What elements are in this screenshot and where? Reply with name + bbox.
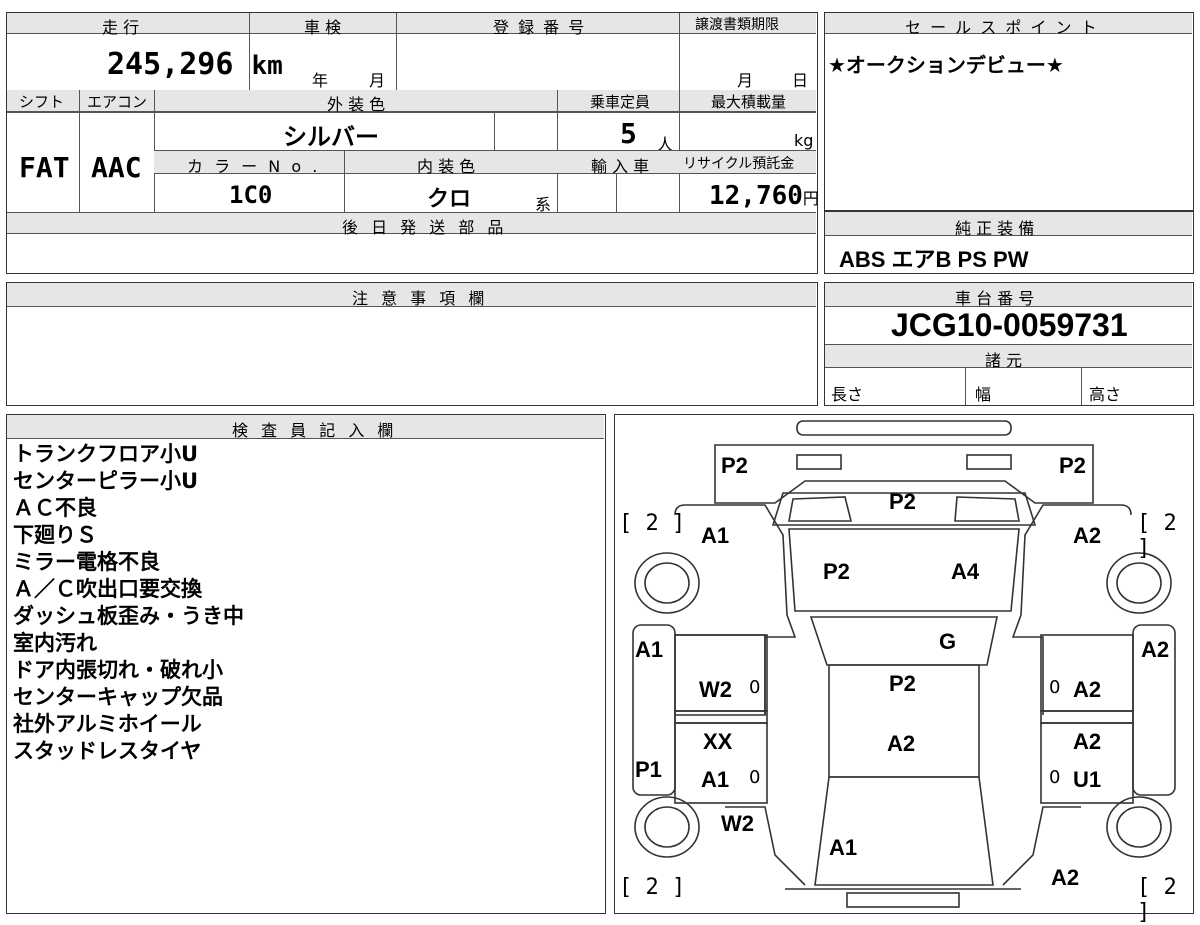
mileage-label: 走 行 xyxy=(102,18,140,37)
inspector-label: 検 査 員 記 入 欄 xyxy=(232,421,398,440)
import-label: 輸 入 車 xyxy=(591,157,650,176)
mark-tire-bracket-tl: [ 2 ] xyxy=(619,511,686,536)
mark-center-upper: P2 xyxy=(889,671,916,696)
note-item: 室内汚れ xyxy=(13,631,97,655)
car-diagram-box: P2 P2 P2 [ 2 ] [ 2 ] [ 2 ] [ 2 ] A1 A2 P… xyxy=(614,414,1194,925)
mark-front-door-r-zero: 0 xyxy=(1049,767,1061,788)
mark-front-fender-l: W2 xyxy=(721,811,754,836)
note-item: スタッドレスタイヤ xyxy=(13,739,202,763)
mark-side-l-lower: P1 xyxy=(635,757,662,782)
ext-color-value: シルバー xyxy=(283,123,379,151)
mark-rear-glass: P2 xyxy=(889,489,916,514)
ac-value: AAC xyxy=(91,151,142,184)
transfer-month-unit: 月 xyxy=(737,71,754,90)
note-item: センターキャップ欠品 xyxy=(13,685,223,709)
mark-windshield: G xyxy=(939,629,957,654)
transfer-label: 譲渡書類期限 xyxy=(695,17,779,33)
maxload-unit: kg xyxy=(794,131,814,150)
maxload-label: 最大積載量 xyxy=(711,93,787,111)
note-item: 下廻りＳ xyxy=(13,523,97,547)
caution-box: 注 意 事 項 欄 xyxy=(6,282,818,406)
mark-rear-fender-l: A1 xyxy=(701,523,730,548)
note-item: ＡＣ不良 xyxy=(13,496,97,520)
sales-point-box: セ ー ル ス ポ イ ン ト ★オークションデビュー★ xyxy=(824,12,1194,211)
equipment-text: ABS エアB PS PW xyxy=(839,247,1029,272)
mark-roof-left: P2 xyxy=(823,559,850,584)
mark-rear-fender-r: A2 xyxy=(1073,523,1102,548)
chassis-box: 車 台 番 号 JCG10-0059731 諸 元 長さ 幅 高さ xyxy=(824,282,1194,406)
sales-point-label: セ ー ル ス ポ イ ン ト xyxy=(905,18,1099,37)
shift-label: シフト xyxy=(19,93,65,111)
mark-front-door-r: U1 xyxy=(1073,767,1102,792)
equipment-box: 純 正 装 備 ABS エアB PS PW xyxy=(824,211,1194,274)
shaken-month-unit: 月 xyxy=(369,71,386,90)
inspector-notes: トランクフロア小U センターピラー小U ＡＣ不良 下廻りＳ ミラー電格不良 Ａ／… xyxy=(13,441,244,765)
mark-front-door-r-top: A2 xyxy=(1073,729,1102,754)
mark-tire-bracket-tr: [ 2 ] xyxy=(1137,511,1177,561)
mark-rear-left: P2 xyxy=(721,453,748,478)
shaken-year-unit: 年 xyxy=(312,71,329,90)
note-item: ダッシュ板歪み・うき中 xyxy=(13,604,244,628)
transfer-day-unit: 日 xyxy=(792,71,809,90)
int-color-label: 内 装 色 xyxy=(417,157,476,176)
chassis-value: JCG10-0059731 xyxy=(891,307,1128,343)
mark-front-door-l-top: XX xyxy=(703,729,733,754)
note-item: 社外アルミホイール xyxy=(13,712,202,736)
capacity-label: 乗車定員 xyxy=(590,93,651,111)
mark-tire-bracket-br: [ 2 ] xyxy=(1137,875,1177,925)
equipment-label: 純 正 装 備 xyxy=(955,219,1035,238)
color-no-label: カ ラ ー N o . xyxy=(187,157,321,176)
mark-side-l-upper: A1 xyxy=(635,637,664,662)
shaken-label: 車 検 xyxy=(304,18,342,37)
int-color-value: クロ xyxy=(427,187,472,212)
mark-front-door-l: A1 xyxy=(701,767,730,792)
length-label: 長さ xyxy=(831,385,864,404)
mark-hood: A1 xyxy=(829,835,858,860)
recycle-label: リサイクル預託金 xyxy=(683,156,795,172)
mark-center-lower: A2 xyxy=(887,731,916,756)
note-item: トランクフロア小U xyxy=(13,442,199,466)
caution-label: 注 意 事 項 欄 xyxy=(352,289,489,308)
color-no-value: 1C0 xyxy=(229,181,273,209)
sales-point-text: ★オークションデビュー★ xyxy=(828,53,1064,77)
mark-rear-door-l: W2 xyxy=(699,677,732,702)
capacity-value: 5 xyxy=(620,117,637,150)
mark-tire-bracket-bl: [ 2 ] xyxy=(619,875,686,900)
vehicle-info-box: 走 行 車 検 登 録 番 号 譲渡書類期限 245,296 km 年 月 月 … xyxy=(6,12,819,274)
mark-front-fender-r: A2 xyxy=(1051,865,1080,890)
height-label: 高さ xyxy=(1089,385,1122,404)
chassis-label: 車 台 番 号 xyxy=(955,289,1035,308)
mark-front-door-l-zero: 0 xyxy=(749,767,761,788)
note-item: ドア内張切れ・破れ小 xyxy=(13,658,223,682)
mark-rear-door-r: A2 xyxy=(1073,677,1102,702)
mark-rear-door-l-zero: 0 xyxy=(749,677,761,698)
recycle-value: 12,760円 xyxy=(709,181,819,211)
mark-rear-door-r-zero: 0 xyxy=(1049,677,1061,698)
later-parts-label: 後 日 発 送 部 品 xyxy=(342,218,508,237)
inspector-box: 検 査 員 記 入 欄 トランクフロア小U センターピラー小U ＡＣ不良 下廻り… xyxy=(6,414,606,914)
mileage-value: 245,296 km xyxy=(107,47,283,82)
shift-value: FAT xyxy=(19,151,70,184)
spec-label: 諸 元 xyxy=(985,351,1023,370)
mark-rear-right: P2 xyxy=(1059,453,1086,478)
ac-label: エアコン xyxy=(87,93,148,111)
width-label: 幅 xyxy=(975,385,992,404)
note-item: Ａ／Ｃ吹出口要交換 xyxy=(13,577,202,601)
mark-side-r-upper: A2 xyxy=(1141,637,1170,662)
mark-roof-right: A4 xyxy=(951,559,980,584)
note-item: センターピラー小U xyxy=(13,469,199,493)
note-item: ミラー電格不良 xyxy=(13,550,160,574)
registration-label: 登 録 番 号 xyxy=(493,18,587,37)
